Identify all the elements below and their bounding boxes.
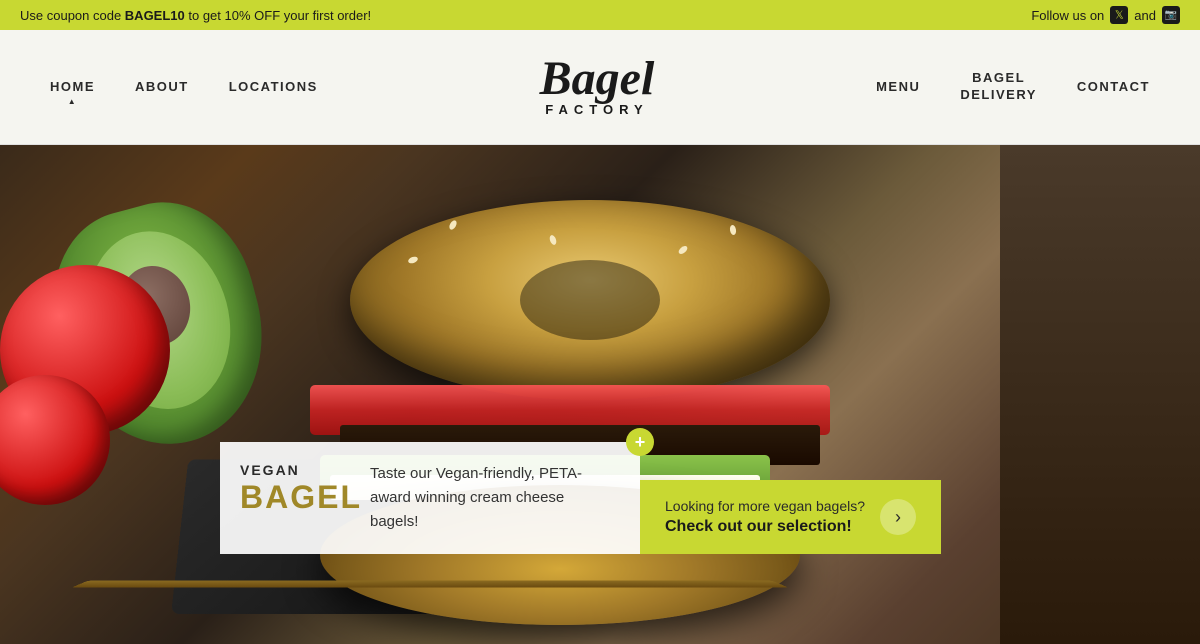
food-visual: [0, 145, 1200, 644]
nav-links-left: HOME ABOUT LOCATIONS: [50, 79, 318, 96]
nav-item-home[interactable]: HOME: [50, 79, 95, 96]
instagram-icon[interactable]: [1162, 6, 1180, 24]
info-box-title: VEGAN BAGEL: [240, 462, 350, 513]
info-box-description: Taste our Vegan-friendly, PETA-award win…: [370, 462, 615, 534]
cta-arrow-icon[interactable]: ›: [880, 499, 916, 535]
social-links: Follow us on and: [1031, 6, 1180, 24]
vegan-label: VEGAN: [240, 462, 350, 478]
cta-line1: Looking for more vegan bagels?: [665, 498, 865, 514]
logo-text: Bagel: [540, 57, 655, 100]
nav-item-menu[interactable]: MENU: [876, 79, 920, 96]
logo[interactable]: Bagel FACTORY: [540, 57, 655, 117]
coupon-code: BAGEL10: [125, 8, 185, 23]
cta-line2: Check out our selection!: [665, 518, 865, 536]
cta-text: Looking for more vegan bagels? Check out…: [665, 498, 865, 536]
navbar: HOME ABOUT LOCATIONS Bagel FACTORY MENU …: [0, 30, 1200, 145]
twitter-icon[interactable]: [1110, 6, 1128, 24]
cta-box[interactable]: Looking for more vegan bagels? Check out…: [640, 480, 941, 554]
hero-background: [0, 145, 1200, 644]
coupon-text: Use coupon code BAGEL10 to get 10% OFF y…: [20, 8, 371, 23]
nav-item-about[interactable]: ABOUT: [135, 79, 189, 96]
bagel-label: BAGEL: [240, 481, 350, 513]
nav-links-right: MENU BAGELDELIVERY CONTACT: [876, 70, 1150, 104]
cutting-board: [72, 581, 789, 588]
bg-right: [1000, 145, 1200, 644]
nav-item-bagel-delivery[interactable]: BAGELDELIVERY: [960, 70, 1037, 104]
navbar-inner: HOME ABOUT LOCATIONS Bagel FACTORY MENU …: [50, 57, 1150, 117]
nav-item-contact[interactable]: CONTACT: [1077, 79, 1150, 96]
logo-sub: FACTORY: [540, 102, 655, 117]
top-banner: Use coupon code BAGEL10 to get 10% OFF y…: [0, 0, 1200, 30]
hero-section: VEGAN BAGEL Taste our Vegan-friendly, PE…: [0, 145, 1200, 644]
nav-item-locations[interactable]: LOCATIONS: [229, 79, 318, 96]
bagel-top: [350, 200, 830, 400]
info-box: VEGAN BAGEL Taste our Vegan-friendly, PE…: [220, 442, 640, 554]
info-box-plus-button[interactable]: +: [626, 428, 654, 456]
